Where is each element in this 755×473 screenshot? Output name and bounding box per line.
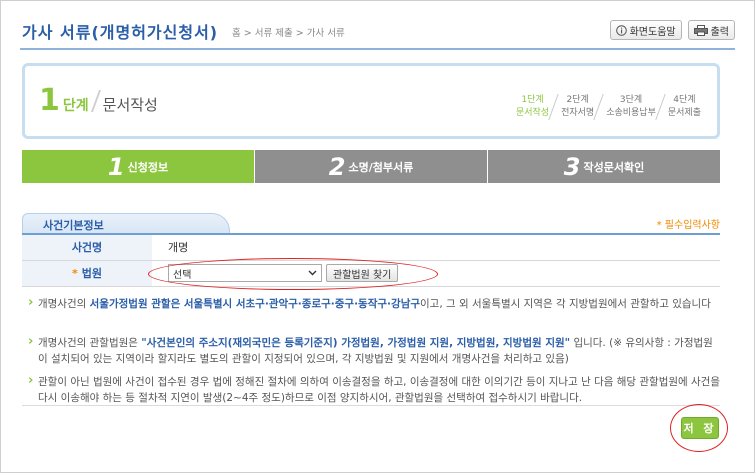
step-item-1: 1단계 문서작성	[510, 94, 555, 120]
tab-attachments[interactable]: 2 소명/첨부서류	[255, 150, 488, 183]
chevron-down-icon	[308, 268, 317, 279]
step-slash-divider	[90, 90, 101, 112]
find-court-button[interactable]: 관할법원 찾기	[326, 264, 399, 282]
step-item-number: 2단계	[566, 95, 589, 105]
section-title: 사건기본정보	[22, 213, 230, 233]
info-icon	[615, 24, 627, 36]
court-select[interactable]: 선택	[168, 264, 322, 282]
printer-icon	[693, 24, 708, 36]
case-name-value: 개명	[152, 235, 720, 261]
tab-application-info[interactable]: 1 신청정보	[22, 150, 255, 183]
step-item-label: 문서제출	[667, 108, 701, 118]
step-item-label: 소송비용납부	[606, 108, 656, 118]
current-step: 1 단계 문서작성	[39, 86, 158, 116]
tab-label: 신청정보	[127, 160, 169, 174]
save-button[interactable]: 저 장	[681, 417, 719, 439]
case-info-form: 사건명 개명 * 법원 선택 관할법원 찾기	[22, 235, 720, 287]
notice-highlight: "사건본인의 주소지(재외국민은 등록기준지) 가정법원, 가정법원 지원, 지…	[141, 337, 571, 349]
current-step-name: 문서작성	[102, 96, 158, 114]
notice-2: 개명사건의 관할법원은 "사건본인의 주소지(재외국민은 등록기준지) 가정법원…	[28, 334, 722, 367]
court-label-cell: * 법원	[22, 260, 152, 287]
notice-highlight: 서울가정법원 관할은 서울특별시 서초구·관악구·종로구·중구·동작구·강남구	[89, 298, 421, 310]
step-item-label: 문서작성	[515, 108, 550, 118]
tab-number: 2	[328, 152, 346, 181]
current-step-number: 1	[39, 83, 60, 118]
print-button-label: 출력	[710, 26, 729, 38]
header-buttons: 화면도움말 출력	[609, 20, 735, 40]
step-item-number: 3단계	[619, 95, 643, 105]
required-note: * 필수입력사항	[656, 220, 720, 231]
print-button[interactable]: 출력	[687, 20, 735, 40]
form-tabs: 1 신청정보 2 소명/첨부서류 3 작성문서확인	[22, 150, 720, 183]
notice-1: 개명사건의 서울가정법원 관할은 서울특별시 서초구·관악구·종로구·중구·동작…	[28, 295, 722, 312]
notice-3: 관할이 아닌 법원에 사건이 접수된 경우 법에 정해진 절차에 의하여 이송결…	[28, 373, 722, 406]
breadcrumb: 홈 > 서류 제출 > 가사 서류	[232, 28, 345, 39]
court-label: 법원	[81, 267, 102, 280]
court-controls: 선택 관할법원 찾기	[168, 261, 720, 286]
table-row: 사건명 개명	[22, 235, 720, 261]
table-row: * 법원 선택 관할법원 찾기	[22, 260, 720, 287]
step-progress-box: 1 단계 문서작성 1단계 문서작성 2단계 전자서명 3단계 소송비용납부 4…	[22, 63, 720, 139]
notice-text: 관할이 아닌 법원에 사건이 접수된 경우 법에 정해진 절차에 의하여 이송결…	[38, 376, 721, 404]
tab-document-review[interactable]: 3 작성문서확인	[488, 150, 720, 183]
bottom-divider	[22, 405, 720, 406]
help-button[interactable]: 화면도움말	[609, 20, 682, 40]
tab-number: 1	[107, 152, 125, 181]
help-button-label: 화면도움말	[629, 26, 676, 38]
steps-list: 1단계 문서작성 2단계 전자서명 3단계 소송비용납부 4단계 문서제출	[510, 94, 707, 120]
required-marker: *	[71, 267, 78, 280]
court-select-value: 선택	[173, 269, 192, 281]
step-item-number: 1단계	[521, 95, 544, 105]
tab-label: 소명/첨부서류	[348, 160, 414, 174]
page-title: 가사 서류(개명허가신청서)	[22, 23, 219, 42]
tab-number: 3	[563, 152, 581, 181]
case-name-label: 사건명	[22, 235, 152, 261]
notice-text: 개명사건의	[38, 298, 90, 310]
page-header: 가사 서류(개명허가신청서) 홈 > 서류 제출 > 가사 서류 화면도움말 출…	[20, 14, 735, 44]
header-divider	[20, 48, 735, 50]
step-item-3: 3단계 소송비용납부	[600, 94, 662, 120]
court-value-cell: 선택 관할법원 찾기	[152, 260, 720, 287]
step-item-label: 전자서명	[561, 108, 595, 118]
step-item-4: 4단계 문서제출	[662, 94, 707, 120]
notice-text: 개명사건의 관할법원은	[38, 337, 142, 349]
current-step-unit: 단계	[62, 98, 89, 114]
notice-text: 이고, 그 외 서울특별시 지역은 각 지방법원에서 관할하고 있습니다	[420, 298, 711, 310]
step-item-number: 4단계	[673, 95, 696, 105]
tab-label: 작성문서확인	[583, 160, 645, 174]
